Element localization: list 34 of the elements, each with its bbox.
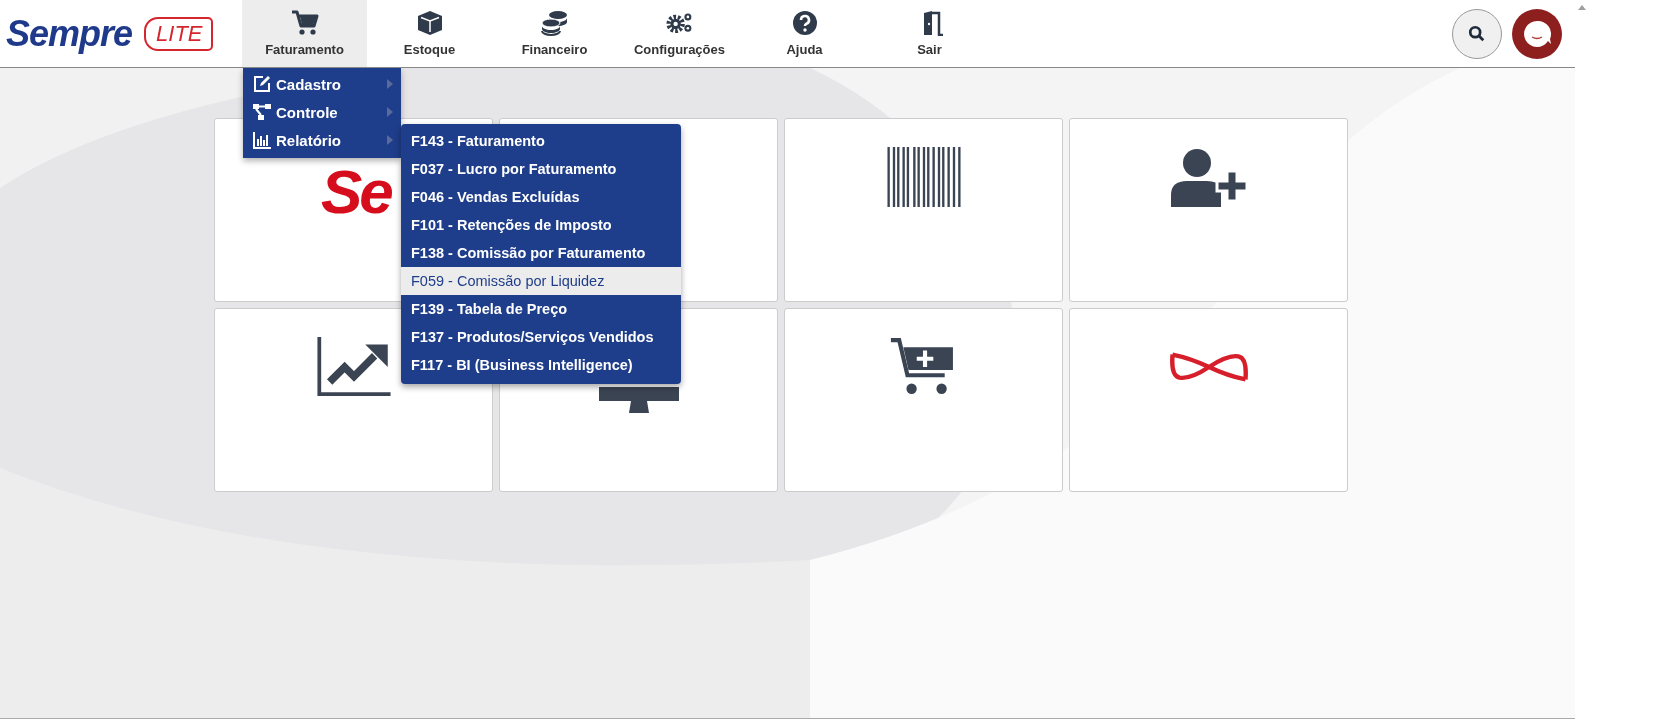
menu-item[interactable]: Cadastro	[243, 70, 401, 98]
tile[interactable]	[1069, 308, 1348, 492]
tile[interactable]	[784, 308, 1063, 492]
submenu-item[interactable]: F059 - Comissão por Liquidez	[401, 267, 681, 295]
nav-tab[interactable]: Configurações	[617, 0, 742, 67]
search-icon	[1468, 24, 1486, 43]
nav-tab[interactable]: Sair	[867, 0, 992, 67]
help-icon	[790, 10, 819, 36]
box-icon	[415, 10, 444, 36]
caret-icon	[387, 107, 393, 117]
tile[interactable]	[1069, 118, 1348, 302]
tile[interactable]	[784, 118, 1063, 302]
menu-item[interactable]: Relatório	[243, 126, 401, 154]
bar-chart-icon	[253, 131, 271, 149]
gears-icon	[665, 10, 694, 36]
caret-icon	[387, 79, 393, 89]
sitemap-icon	[253, 103, 271, 121]
logo-tag: LITE	[144, 16, 213, 51]
logo-wordmark: Sempre	[6, 12, 133, 55]
coins-icon	[540, 10, 569, 36]
cart-icon	[290, 10, 319, 36]
nav-tab[interactable]: Financeiro	[492, 0, 617, 67]
nav-tab[interactable]: Ajuda	[742, 0, 867, 67]
add-user-icon	[1168, 147, 1249, 207]
search-button[interactable]	[1452, 8, 1502, 59]
submenu-item[interactable]: F117 - BI (Business Intelligence)	[401, 351, 681, 379]
chat-avatar-icon[interactable]	[1512, 8, 1562, 59]
edit-icon	[253, 75, 271, 93]
nav-tab[interactable]: Estoque	[367, 0, 492, 67]
submenu-item[interactable]: F137 - Produtos/Serviços Vendidos	[401, 323, 681, 351]
logo-fragment: Se	[321, 161, 393, 223]
scroll-up-arrow-icon[interactable]	[1577, 5, 1586, 10]
caret-icon	[387, 135, 393, 145]
nav-tab[interactable]: Faturamento	[242, 0, 367, 67]
